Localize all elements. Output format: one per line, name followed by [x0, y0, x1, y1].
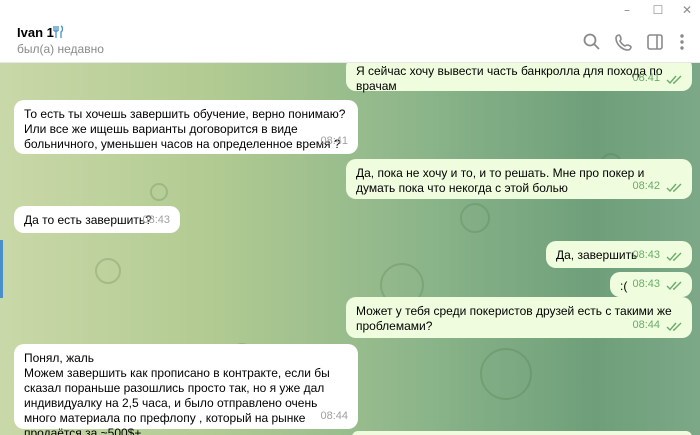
message-time: 08:44 [632, 319, 660, 331]
message-bubble-outgoing[interactable]: Да, пока не хочу и то, и то решать. Мне … [346, 159, 692, 199]
double-check-icon [666, 75, 682, 85]
message-time: 08:41 [320, 135, 348, 147]
background-doodle [95, 258, 121, 284]
message-bubble-incoming[interactable]: Да то есть завершить? 08:43 [14, 206, 180, 233]
background-doodle [150, 183, 168, 201]
chat-status: был(а) недавно [17, 42, 104, 56]
minimize-button[interactable]: – [612, 1, 642, 19]
chat-title[interactable]: Ivan 1 [17, 25, 54, 40]
double-check-icon [666, 183, 682, 193]
message-text: Понял, жаль Можем завершить как прописан… [24, 351, 330, 435]
sidebar-toggle-icon[interactable] [645, 32, 665, 52]
window-titlebar: – ☐ ✕ [0, 0, 700, 20]
message-bubble-outgoing[interactable]: Может у тебя среди покеристов друзей ест… [346, 297, 692, 338]
message-time: 08:42 [632, 180, 660, 192]
double-check-icon [666, 281, 682, 291]
message-time: 08:43 [632, 278, 660, 290]
message-bubble-outgoing[interactable]: :( 08:43 [610, 272, 692, 297]
background-doodle [480, 348, 532, 400]
double-check-icon [666, 322, 682, 332]
maximize-button[interactable]: ☐ [643, 1, 673, 19]
fork-knife-icon [53, 25, 64, 38]
phone-icon[interactable] [614, 32, 634, 52]
message-text: Да, завершить [556, 248, 638, 262]
double-check-icon [666, 252, 682, 262]
left-edge-indicator [0, 240, 3, 298]
search-icon[interactable] [582, 32, 602, 52]
chat-header[interactable]: Ivan 1 был(а) недавно [0, 20, 700, 63]
more-icon[interactable] [672, 32, 692, 52]
message-bubble-incoming[interactable]: То есть ты хочешь завершить обучение, ве… [14, 100, 358, 154]
message-bubble-outgoing-partial[interactable] [352, 431, 692, 435]
chat-messages-area[interactable]: Я сейчас хочу вывести часть банкролла дл… [0, 63, 700, 435]
message-time: 08:43 [632, 249, 660, 261]
message-bubble-outgoing[interactable]: Да, завершить 08:43 [546, 241, 692, 268]
close-button[interactable]: ✕ [672, 1, 700, 19]
message-bubble-outgoing[interactable]: Я сейчас хочу вывести часть банкролла дл… [346, 63, 692, 93]
message-time: 08:43 [142, 214, 170, 226]
message-bubble-incoming[interactable]: Понял, жаль Можем завершить как прописан… [14, 344, 358, 435]
message-time: 08:41 [632, 72, 660, 84]
background-doodle [460, 203, 490, 233]
message-text: То есть ты хочешь завершить обучение, ве… [24, 107, 346, 151]
message-time: 08:44 [320, 410, 348, 422]
